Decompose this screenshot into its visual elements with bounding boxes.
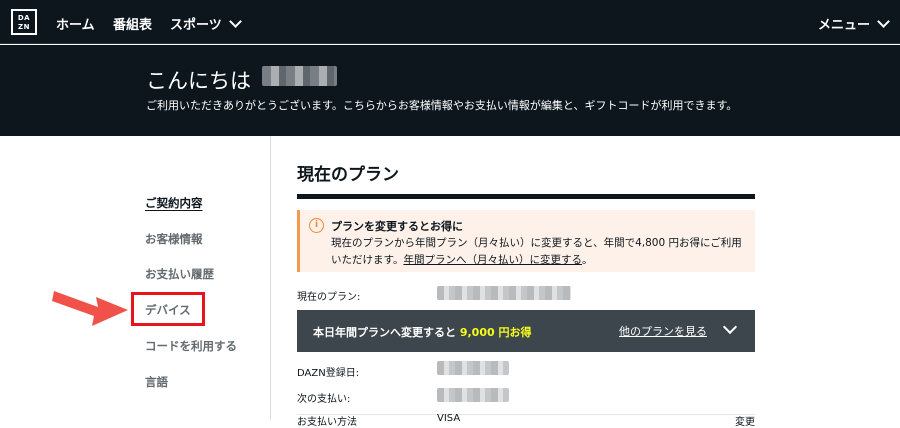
row-divider <box>297 414 755 415</box>
dazn-logo[interactable]: DA ZN <box>11 9 37 35</box>
change-link[interactable]: 変更 <box>735 413 755 428</box>
pointer-arrow-icon <box>52 291 128 326</box>
nav-home-link[interactable]: ホーム <box>56 14 95 33</box>
other-plans-link[interactable]: 他のプランを見る <box>619 323 707 339</box>
blurred-registered-date <box>437 361 509 375</box>
notice-body: 現在のプランから年間プラン（月々払い）に変更すると、年間で4,800 円お得にご… <box>331 235 751 269</box>
registered-date-label: DAZN登録日: <box>297 368 360 379</box>
highlight-box <box>131 292 205 326</box>
greeting-heading: こんにちは <box>146 69 251 93</box>
upgrade-banner[interactable]: 本日年間プランへ変更すると 9,000 円お得 他のプランを見る <box>297 310 755 352</box>
logo-text-bottom: ZN <box>18 23 30 31</box>
plan-change-notice: i プランを変更するとお得に 現在のプランから年間プラン（月々払い）に変更すると… <box>297 210 755 272</box>
upgrade-text-label: 本日年間プランへ変更すると <box>313 326 460 339</box>
blurred-user-name <box>262 66 337 86</box>
sidebar-divider <box>270 136 271 420</box>
sidebar-item-language[interactable]: 言語 <box>145 374 168 390</box>
page-title: 現在のプラン <box>297 165 399 185</box>
sidebar-item-contract[interactable]: ご契約内容 <box>145 195 203 211</box>
next-payment-label: 次の支払い: <box>297 394 351 405</box>
nav-menu-dropdown[interactable]: メニュー <box>818 14 890 33</box>
nav-sports-dropdown[interactable]: スポーツ <box>170 14 242 33</box>
nav-menu-label: メニュー <box>818 18 871 33</box>
title-underline <box>297 194 755 199</box>
sidebar-item-payment-history[interactable]: お支払い履歴 <box>145 266 214 282</box>
sidebar-item-redeem-code[interactable]: コードを利用する <box>145 338 237 354</box>
current-plan-label: 現在のプラン: <box>297 292 361 303</box>
card-value: VISA <box>437 413 461 424</box>
annual-plan-link[interactable]: 年間プランへ（月々払い）に変更する <box>403 254 582 266</box>
payment-method-label: お支払い方法 <box>297 417 357 428</box>
chevron-down-icon <box>877 15 890 28</box>
chevron-down-icon <box>228 15 242 28</box>
notice-title: プランを変更するとお得に <box>331 220 463 233</box>
logo-text-top: DA <box>17 14 31 22</box>
top-navbar: DA ZN ホーム 番組表 スポーツ メニュー <box>0 0 900 44</box>
upgrade-price: 9,000 円お得 <box>459 326 532 339</box>
upgrade-text: 本日年間プランへ変更すると 9,000 円お得 <box>313 324 531 340</box>
sidebar-item-customer-info[interactable]: お客様情報 <box>145 231 203 247</box>
welcome-banner: こんにちは ご利用いただきありがとうございます。こちらからお客様情報やお支払い情… <box>0 45 900 136</box>
welcome-subtitle: ご利用いただきありがとうございます。こちらからお客様情報やお支払い情報が編集と、… <box>146 99 738 112</box>
blurred-current-plan-value <box>437 286 571 300</box>
info-icon: i <box>309 218 324 233</box>
nav-sports-label: スポーツ <box>170 18 222 33</box>
chevron-down-icon[interactable] <box>722 319 738 335</box>
notice-tail: 。 <box>581 254 593 266</box>
blurred-next-payment <box>437 388 509 402</box>
nav-schedule-link[interactable]: 番組表 <box>113 14 152 33</box>
